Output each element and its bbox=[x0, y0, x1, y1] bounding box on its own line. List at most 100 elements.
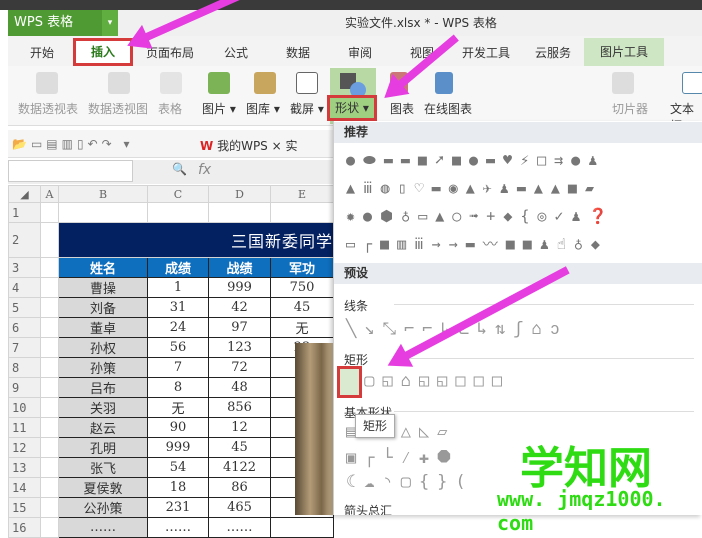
quick-access-icons[interactable]: 📂▭▤▥▯↶↷ ▾ bbox=[12, 137, 134, 151]
cell[interactable] bbox=[40, 357, 59, 378]
cell[interactable]: 999 bbox=[208, 277, 271, 298]
row-header[interactable]: 5 bbox=[8, 297, 41, 318]
cell[interactable]: 90 bbox=[147, 417, 209, 438]
tab-cloud[interactable]: 云服务 bbox=[535, 44, 571, 61]
picture-button[interactable]: 图片 ▾ bbox=[202, 100, 236, 117]
row-header[interactable]: 1 bbox=[8, 202, 41, 223]
cell[interactable]: 750 bbox=[270, 277, 334, 298]
tab-formula[interactable]: 公式 bbox=[224, 44, 248, 61]
header-cell[interactable]: 成绩 bbox=[147, 257, 209, 278]
cell[interactable]: 夏侯敦 bbox=[58, 477, 148, 498]
cell[interactable]: 48 bbox=[208, 377, 271, 398]
select-all[interactable]: ◢ bbox=[8, 185, 41, 203]
cell[interactable]: 刘备 bbox=[58, 297, 148, 318]
sheet-title-cell[interactable]: 三国新委同学 bbox=[58, 222, 334, 258]
cell[interactable] bbox=[40, 457, 59, 478]
tab-insert[interactable]: 插入 bbox=[73, 38, 133, 66]
pivot-chart-button[interactable]: 数据透视图 bbox=[88, 100, 148, 117]
col-header[interactable]: D bbox=[208, 185, 271, 203]
basic-shapes-row[interactable]: ☾☁◝▢{}( bbox=[346, 471, 474, 493]
cell[interactable] bbox=[40, 377, 59, 398]
slicer-button[interactable]: 切片器 bbox=[612, 100, 648, 117]
cell[interactable] bbox=[40, 477, 59, 498]
cell[interactable]: 1 bbox=[147, 277, 209, 298]
row-header[interactable]: 6 bbox=[8, 317, 41, 338]
row-header[interactable]: 8 bbox=[8, 357, 41, 378]
cell[interactable]: 12 bbox=[208, 417, 271, 438]
table-button[interactable]: 表格 bbox=[158, 100, 182, 117]
tab-sheet[interactable]: 实 bbox=[286, 139, 298, 153]
cell[interactable]: 4122 bbox=[208, 457, 271, 478]
cell[interactable]: 45 bbox=[208, 437, 271, 458]
cell[interactable]: 18 bbox=[147, 477, 209, 498]
col-header[interactable]: B bbox=[58, 185, 148, 203]
recommended-shapes-row[interactable]: ✹●⬢♁▭▲○➟+◆{◎✓♟❓ bbox=[346, 205, 615, 227]
cell[interactable] bbox=[40, 397, 59, 418]
cell[interactable]: 孙策 bbox=[58, 357, 148, 378]
online-chart-button[interactable]: 在线图表 bbox=[424, 100, 472, 117]
row-header[interactable]: 11 bbox=[8, 417, 41, 438]
cell[interactable]: 曹操 bbox=[58, 277, 148, 298]
inserted-picture[interactable] bbox=[295, 343, 333, 515]
col-header[interactable]: C bbox=[147, 185, 209, 203]
cell[interactable] bbox=[40, 317, 59, 338]
cell[interactable]: 吕布 bbox=[58, 377, 148, 398]
cell[interactable]: 无 bbox=[270, 317, 334, 338]
cell[interactable] bbox=[40, 417, 59, 438]
shapes-dropdown-button[interactable]: 形状 ▾ bbox=[327, 95, 377, 121]
row-header[interactable]: 9 bbox=[8, 377, 41, 398]
cell[interactable]: 86 bbox=[208, 477, 271, 498]
tab-picture-tools[interactable]: 图片工具 bbox=[584, 38, 664, 66]
cell[interactable]: 张飞 bbox=[58, 457, 148, 478]
rectangle-shape-selected[interactable] bbox=[337, 366, 362, 398]
cell[interactable]: 孙权 bbox=[58, 337, 148, 358]
cell[interactable] bbox=[40, 337, 59, 358]
tab-review[interactable]: 审阅 bbox=[348, 44, 372, 61]
tab-my-wps[interactable]: W 我的WPS × 实 bbox=[200, 137, 298, 154]
row-header[interactable]: 7 bbox=[8, 337, 41, 358]
row-header[interactable]: 3 bbox=[8, 257, 41, 278]
cell[interactable]: 赵云 bbox=[58, 417, 148, 438]
cell[interactable]: 856 bbox=[208, 397, 271, 418]
cell[interactable]: 42 bbox=[208, 297, 271, 318]
cell[interactable]: 999 bbox=[147, 437, 209, 458]
cell[interactable]: 关羽 bbox=[58, 397, 148, 418]
cell[interactable]: 无 bbox=[147, 397, 209, 418]
cell[interactable]: 97 bbox=[208, 317, 271, 338]
cell[interactable]: 31 bbox=[147, 297, 209, 318]
cell[interactable]: 56 bbox=[147, 337, 209, 358]
cell[interactable] bbox=[40, 277, 59, 298]
basic-shapes-row[interactable]: ▣┌└⁄✚⯃ bbox=[346, 447, 459, 469]
header-cell[interactable]: 军功 bbox=[270, 257, 334, 278]
gallery-button[interactable]: 图库 ▾ bbox=[246, 100, 280, 117]
rectangle-shapes-row[interactable]: □▢◱⌂◱◱□□□ bbox=[346, 370, 510, 392]
recommended-shapes-row[interactable]: ▲ⅲ◍▯♡▬◉▲✈♟▬▲▲■▰ bbox=[346, 177, 602, 199]
pivot-table-button[interactable]: 数据透视表 bbox=[18, 100, 78, 117]
cell[interactable] bbox=[40, 437, 59, 458]
header-cell[interactable]: 战绩 bbox=[208, 257, 271, 278]
recommended-shapes-row[interactable]: ▭┌■▥ⅲ→→▬〰■■♟☝♁◆ bbox=[346, 233, 608, 255]
cell[interactable]: 24 bbox=[147, 317, 209, 338]
cell[interactable]: 8 bbox=[147, 377, 209, 398]
row-header[interactable]: 13 bbox=[8, 457, 41, 478]
row-header[interactable]: 4 bbox=[8, 277, 41, 298]
screenshot-button[interactable]: 截屏 ▾ bbox=[290, 100, 324, 117]
col-header[interactable]: E bbox=[270, 185, 334, 203]
header-cell[interactable]: 姓名 bbox=[58, 257, 148, 278]
wps-menu-button[interactable]: WPS 表格 ▾ bbox=[8, 10, 118, 36]
cell[interactable]: 董卓 bbox=[58, 317, 148, 338]
cell[interactable]: 54 bbox=[147, 457, 209, 478]
cell[interactable]: 123 bbox=[208, 337, 271, 358]
zoom-search-icon[interactable]: 🔍 bbox=[172, 162, 187, 176]
cell[interactable]: 7 bbox=[147, 357, 209, 378]
row-header[interactable]: 12 bbox=[8, 437, 41, 458]
fx-button[interactable]: fx bbox=[198, 162, 211, 178]
tab-data[interactable]: 数据 bbox=[286, 44, 310, 61]
cell[interactable]: 72 bbox=[208, 357, 271, 378]
cell[interactable]: 孔明 bbox=[58, 437, 148, 458]
spreadsheet-grid[interactable]: ◢ A B C D E 1 2 三国新委同学 3 姓名 成绩 战绩 军功 4 曹操 1 999 750 5 刘备… bbox=[8, 185, 334, 538]
row-header[interactable]: 2 bbox=[8, 222, 41, 258]
cell[interactable] bbox=[40, 297, 59, 318]
recommended-shapes-row[interactable]: ●⬬▬▬■➚■●▬♥⚡□⇉●♟ bbox=[346, 149, 605, 171]
row-header[interactable]: 10 bbox=[8, 397, 41, 418]
